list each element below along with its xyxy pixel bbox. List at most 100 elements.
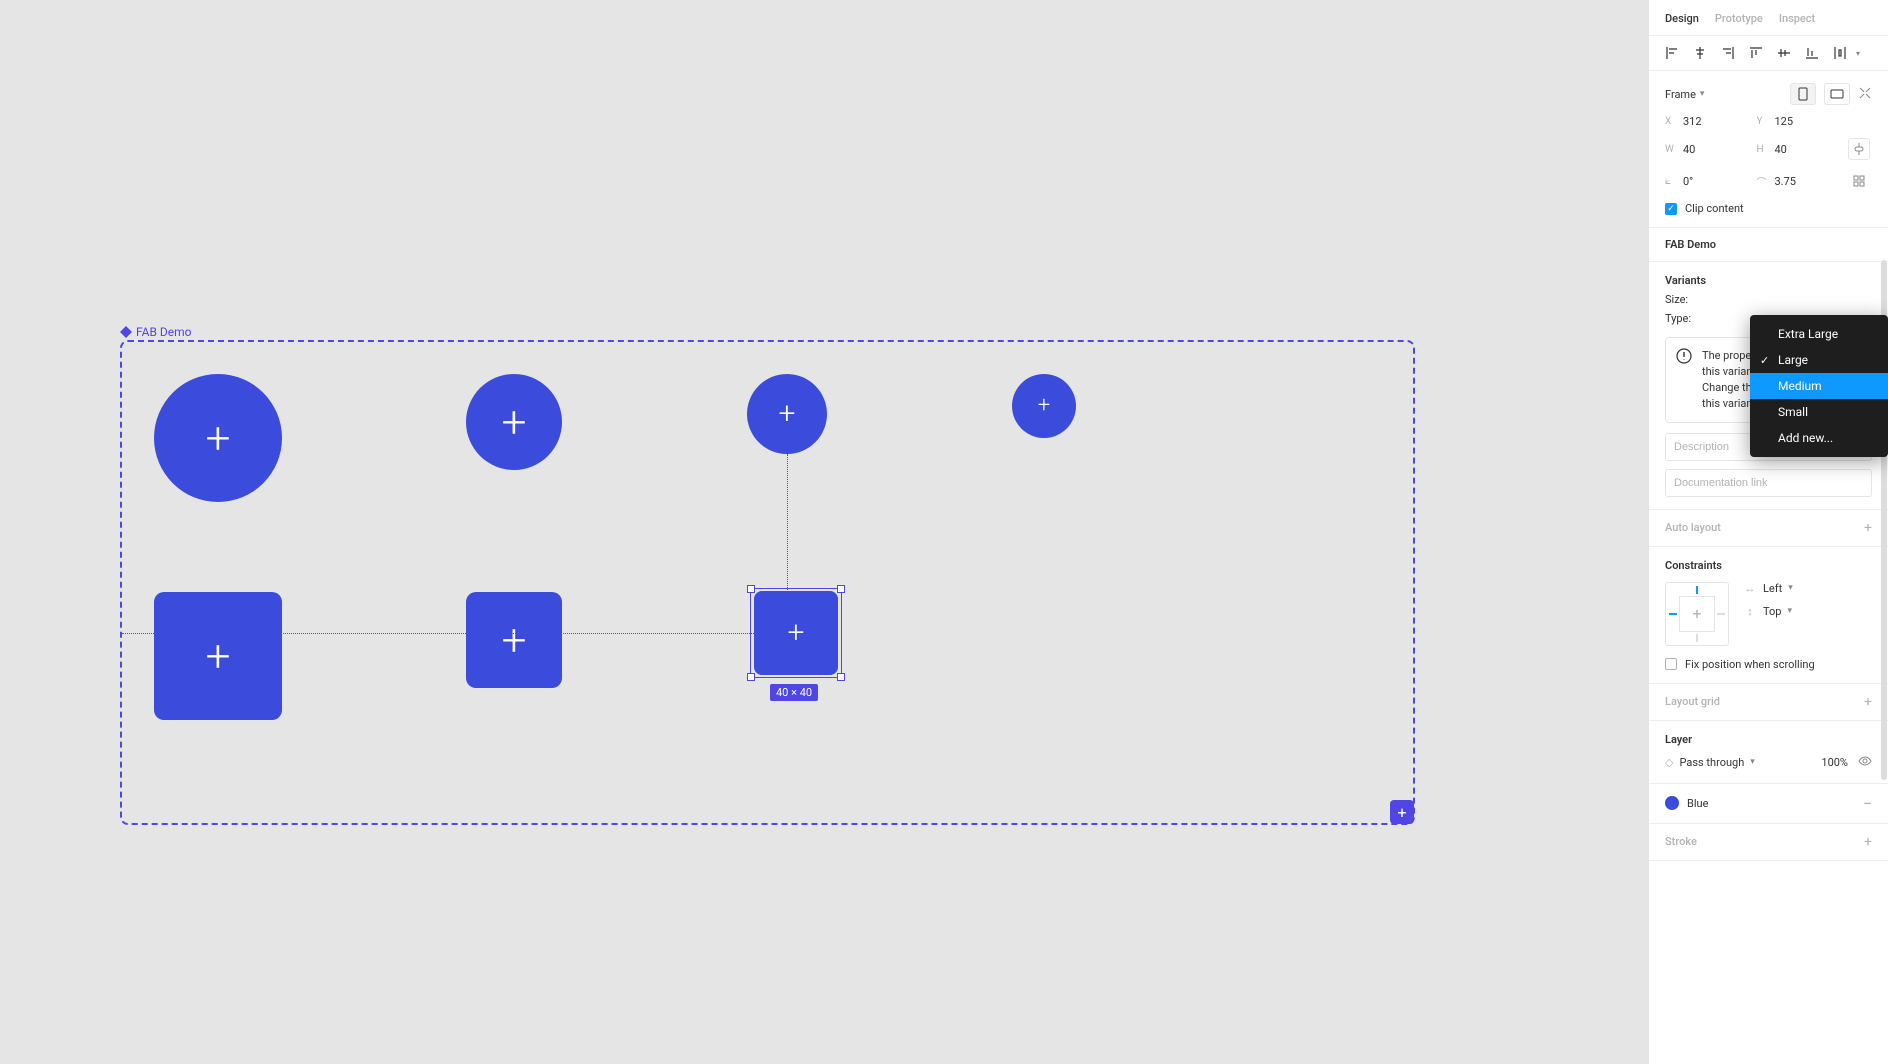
distribute-icon[interactable] (1833, 46, 1847, 60)
panel-tabs: Design Prototype Inspect (1649, 0, 1888, 36)
inspector-panel: Design Prototype Inspect ▾ Frame ▾ X 3 (1648, 0, 1888, 1064)
constraint-right-indicator (1717, 613, 1725, 615)
distribute-chevron-icon[interactable]: ▾ (1851, 46, 1865, 60)
tab-prototype[interactable]: Prototype (1715, 12, 1763, 25)
component-title: FAB Demo (1665, 238, 1716, 251)
constraints-title: Constraints (1665, 559, 1722, 572)
fab-variant-small-circle[interactable]: + (1012, 374, 1076, 438)
component-frame[interactable]: + + + + + + + 40 × 40 + (120, 340, 1415, 825)
auto-layout-title: Auto layout (1665, 521, 1721, 534)
fab-variant-large-circle[interactable]: + (466, 374, 562, 470)
frame-type-label: Frame (1665, 88, 1696, 101)
fab-variant-medium-square-selected[interactable]: + (754, 591, 838, 675)
constraint-horizontal-dropdown[interactable]: ↔ Left ▾ (1743, 582, 1793, 595)
rotation-value[interactable]: 0° (1683, 175, 1751, 188)
variant-doc-link-input[interactable] (1665, 469, 1872, 497)
component-label-text: FAB Demo (136, 325, 192, 339)
plus-icon: + (206, 634, 231, 678)
dropdown-item-extra-large[interactable]: Extra Large (1750, 321, 1888, 347)
plus-icon: + (779, 399, 796, 429)
constraints-widget[interactable]: + (1665, 582, 1729, 646)
alignment-controls: ▾ (1649, 36, 1888, 71)
fix-position-label: Fix position when scrolling (1685, 658, 1815, 671)
align-left-icon[interactable] (1665, 46, 1679, 60)
plus-icon: + (1692, 604, 1701, 623)
constrain-proportions-button[interactable] (1848, 138, 1870, 160)
canvas[interactable]: FAB Demo + + + + + + + 40 × 40 + (0, 0, 1648, 1064)
fab-variant-extra-large-circle[interactable]: + (154, 374, 282, 502)
vertical-arrow-icon: ↕ (1743, 605, 1757, 618)
variants-title: Variants (1665, 274, 1706, 287)
constraint-h-value: Left (1763, 582, 1782, 595)
fab-variant-extra-large-square[interactable]: + (154, 592, 282, 720)
component-icon (120, 326, 132, 338)
blend-mode-dropdown[interactable]: ◇ Pass through ▾ (1665, 756, 1755, 769)
resize-handle-se[interactable] (837, 673, 845, 681)
stroke-title: Stroke (1665, 835, 1697, 848)
align-bottom-icon[interactable] (1805, 46, 1819, 60)
constraint-vertical-dropdown[interactable]: ↕ Top ▾ (1743, 605, 1793, 618)
detach-style-button[interactable]: − (1863, 794, 1872, 813)
add-layout-grid-button[interactable]: + (1864, 694, 1872, 710)
layer-opacity-value[interactable]: 100% (1821, 756, 1848, 769)
dropdown-item-medium[interactable]: Medium (1750, 373, 1888, 399)
layer-section: Layer ◇ Pass through ▾ 100% (1649, 721, 1888, 784)
chevron-down-icon: ▾ (1700, 89, 1705, 99)
w-label: W (1665, 144, 1677, 155)
constraint-top-indicator (1696, 586, 1698, 594)
add-stroke-button[interactable]: + (1864, 834, 1872, 850)
add-variant-button[interactable]: + (1390, 800, 1414, 824)
align-right-icon[interactable] (1721, 46, 1735, 60)
chevron-down-icon: ▾ (1788, 583, 1793, 593)
rotation-icon: ⟀ (1665, 176, 1677, 187)
fill-style-row[interactable]: Blue (1665, 796, 1708, 810)
plus-icon: + (1038, 395, 1050, 417)
fill-name: Blue (1687, 797, 1708, 810)
variant-size-dropdown[interactable]: Extra Large Large Medium Small Add new..… (1750, 315, 1888, 457)
resize-handle-sw[interactable] (747, 673, 755, 681)
fix-position-checkbox[interactable] (1665, 658, 1677, 670)
frame-type-dropdown[interactable]: Frame ▾ (1665, 88, 1704, 101)
stroke-section: Stroke + (1649, 824, 1888, 861)
chevron-down-icon: ▾ (1787, 606, 1792, 616)
check-icon: ✓ (1667, 204, 1675, 214)
blend-mode-icon: ◇ (1665, 756, 1673, 769)
orientation-landscape-button[interactable] (1824, 83, 1850, 105)
clip-content-label: Clip content (1685, 202, 1744, 215)
resize-handle-ne[interactable] (837, 585, 845, 593)
layout-grid-title: Layout grid (1665, 695, 1720, 708)
fab-variant-medium-circle[interactable]: + (747, 374, 827, 454)
align-top-icon[interactable] (1749, 46, 1763, 60)
y-label: Y (1757, 116, 1769, 127)
clip-content-checkbox[interactable]: ✓ (1665, 203, 1677, 215)
tab-inspect[interactable]: Inspect (1779, 12, 1815, 25)
component-label[interactable]: FAB Demo (120, 325, 192, 339)
independent-corners-button[interactable] (1848, 170, 1870, 192)
h-value[interactable]: 40 (1775, 143, 1843, 156)
x-value[interactable]: 312 (1683, 115, 1751, 128)
layer-title: Layer (1665, 733, 1692, 746)
fab-variant-large-square[interactable]: + (466, 592, 562, 688)
dropdown-item-small[interactable]: Small (1750, 399, 1888, 425)
plus-icon: + (206, 416, 231, 460)
dropdown-item-large[interactable]: Large (1750, 347, 1888, 373)
resize-handle-nw[interactable] (747, 585, 755, 593)
plus-icon: + (788, 618, 805, 648)
resize-to-fit-icon[interactable] (1858, 86, 1872, 103)
plus-icon: + (502, 400, 527, 444)
blend-mode-value: Pass through (1679, 756, 1744, 769)
orientation-portrait-button[interactable] (1790, 83, 1816, 105)
x-label: X (1665, 116, 1677, 127)
radius-value[interactable]: 3.75 (1775, 175, 1843, 188)
horizontal-arrow-icon: ↔ (1743, 582, 1757, 595)
dropdown-item-add-new[interactable]: Add new... (1750, 425, 1888, 451)
align-center-h-icon[interactable] (1693, 46, 1707, 60)
alignment-guide-vertical (787, 454, 788, 592)
tab-design[interactable]: Design (1665, 12, 1699, 25)
visibility-toggle-icon[interactable] (1858, 754, 1872, 771)
w-value[interactable]: 40 (1683, 143, 1751, 156)
y-value[interactable]: 125 (1775, 115, 1843, 128)
align-center-v-icon[interactable] (1777, 46, 1791, 60)
add-auto-layout-button[interactable]: + (1864, 520, 1872, 536)
constraints-section: Constraints + ↔ Left ▾ ↕ Top ▾ (1649, 547, 1888, 684)
